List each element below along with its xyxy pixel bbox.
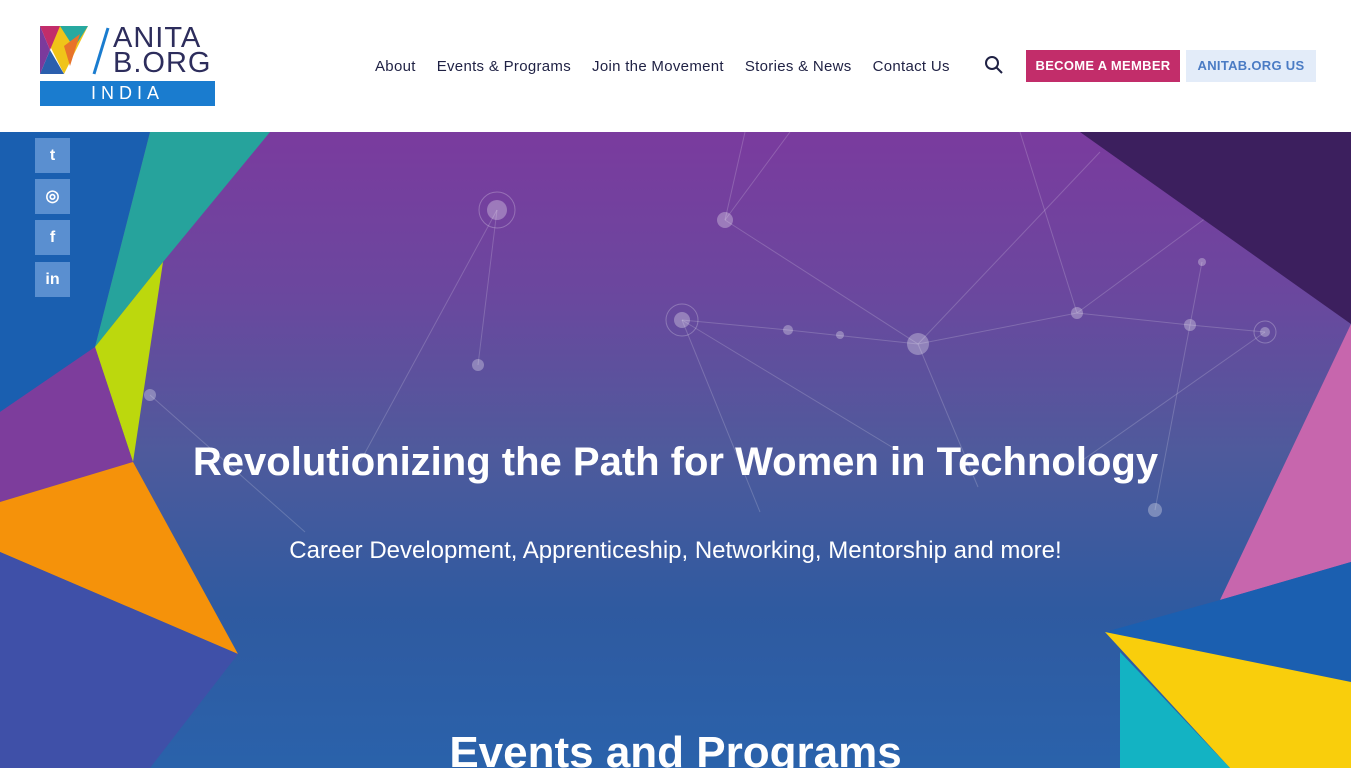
search-icon[interactable] xyxy=(984,55,1004,75)
anitab-us-button[interactable]: ANITAB.ORG US xyxy=(1186,50,1316,82)
nav-contact-us[interactable]: Contact Us xyxy=(873,58,950,75)
nav-events-programs[interactable]: Events & Programs xyxy=(437,58,571,75)
logo-slash-icon xyxy=(92,27,110,75)
logo-text-india: INDIA xyxy=(40,81,215,106)
logo-mark-icon xyxy=(40,26,88,74)
events-programs-heading: Events and Programs xyxy=(449,728,902,768)
hero-title: Revolutionizing the Path for Women in Te… xyxy=(192,440,1159,484)
hero-subtitle: Career Development, Apprenticeship, Netw… xyxy=(289,537,1062,564)
logo-text-borg: B.ORG xyxy=(113,47,212,79)
twitter-icon[interactable]: t xyxy=(35,138,70,173)
site-header: ANITA B.ORG INDIA About Events & Program… xyxy=(0,0,1351,132)
linkedin-icon[interactable]: in xyxy=(35,262,70,297)
hero-section: Revolutionizing the Path for Women in Te… xyxy=(0,132,1351,768)
main-nav: About Events & Programs Join the Movemen… xyxy=(375,58,971,75)
nav-join-movement[interactable]: Join the Movement xyxy=(592,58,724,75)
facebook-icon[interactable]: f xyxy=(35,220,70,255)
site-logo[interactable]: ANITA B.ORG INDIA xyxy=(40,22,215,106)
become-member-button[interactable]: BECOME A MEMBER xyxy=(1026,50,1180,82)
nav-stories-news[interactable]: Stories & News xyxy=(745,58,852,75)
nav-about[interactable]: About xyxy=(375,58,416,75)
instagram-icon[interactable]: ◎ xyxy=(35,179,70,214)
